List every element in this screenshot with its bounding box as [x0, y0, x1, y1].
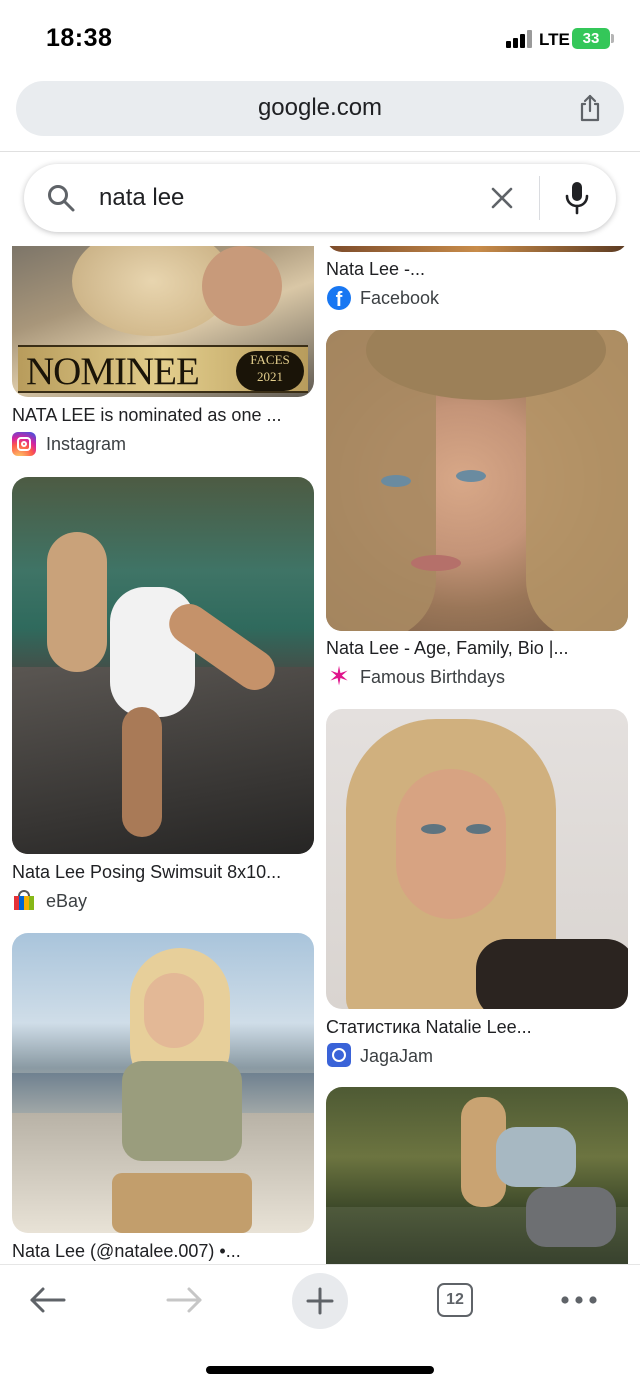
result-source: eBay	[46, 891, 88, 911]
nominee-text: NOMINEE	[26, 350, 200, 393]
back-icon[interactable]	[20, 1279, 76, 1335]
battery-tip	[611, 34, 614, 43]
new-tab-button[interactable]	[292, 1273, 348, 1329]
new-tab-icon	[306, 1287, 334, 1315]
home-indicator[interactable]	[206, 1366, 434, 1374]
search-separator	[539, 176, 540, 220]
forward-icon[interactable]	[156, 1279, 212, 1335]
result-title[interactable]: Nata Lee - Age, Family, Bio |...	[326, 638, 628, 659]
result-source: Famous Birthdays	[360, 667, 506, 687]
facebook-icon: f	[327, 286, 351, 310]
result-image[interactable]	[326, 709, 628, 1009]
result-source: Facebook	[360, 288, 440, 308]
share-icon[interactable]	[575, 93, 605, 123]
mic-icon[interactable]	[564, 181, 590, 215]
search-input[interactable]: nata lee	[99, 184, 184, 212]
result-title[interactable]: NATA LEE is nominated as one ...	[12, 405, 314, 426]
battery-indicator: 33	[572, 28, 610, 49]
result-image[interactable]	[326, 330, 628, 631]
instagram-icon	[12, 432, 36, 456]
result-title[interactable]: Статистика Natalie Lee...	[326, 1017, 628, 1038]
signal-icon	[506, 30, 532, 48]
jagajam-icon	[327, 1043, 351, 1067]
result-image[interactable]: NOMINEE FACES 2021	[12, 246, 314, 397]
status-bar: 18:38 LTE 33	[0, 0, 640, 70]
result-source: Instagram	[46, 434, 127, 454]
network-type: LTE	[539, 30, 570, 49]
tabs-icon[interactable]: 12	[437, 1283, 473, 1317]
result-image[interactable]	[12, 477, 314, 854]
faces-badge: FACES 2021	[236, 351, 304, 391]
result-image[interactable]	[12, 933, 314, 1233]
result-title[interactable]: Nata Lee (@natalee.007) •...	[12, 1241, 314, 1262]
result-title[interactable]: Nata Lee -...	[326, 259, 628, 280]
result-image[interactable]	[326, 246, 628, 252]
url-text: google.com	[257, 94, 383, 121]
search-box[interactable]: nata lee	[24, 164, 616, 232]
result-source: JagaJam	[360, 1046, 434, 1066]
image-results: NOMINEE FACES 2021 NATA LEE is nominated…	[0, 246, 640, 1264]
search-icon	[48, 185, 75, 212]
address-bar[interactable]: google.com	[16, 81, 624, 136]
result-title[interactable]: Nata Lee Posing Swimsuit 8x10...	[12, 862, 314, 883]
result-image[interactable]	[326, 1087, 628, 1264]
header-divider	[0, 151, 640, 152]
ebay-icon	[14, 890, 34, 912]
nominee-banner: NOMINEE FACES 2021	[18, 345, 308, 393]
more-icon[interactable]	[551, 1279, 607, 1335]
status-time: 18:38	[46, 24, 113, 52]
famous-birthdays-icon: ✶	[328, 661, 350, 691]
clear-icon[interactable]	[488, 184, 516, 212]
